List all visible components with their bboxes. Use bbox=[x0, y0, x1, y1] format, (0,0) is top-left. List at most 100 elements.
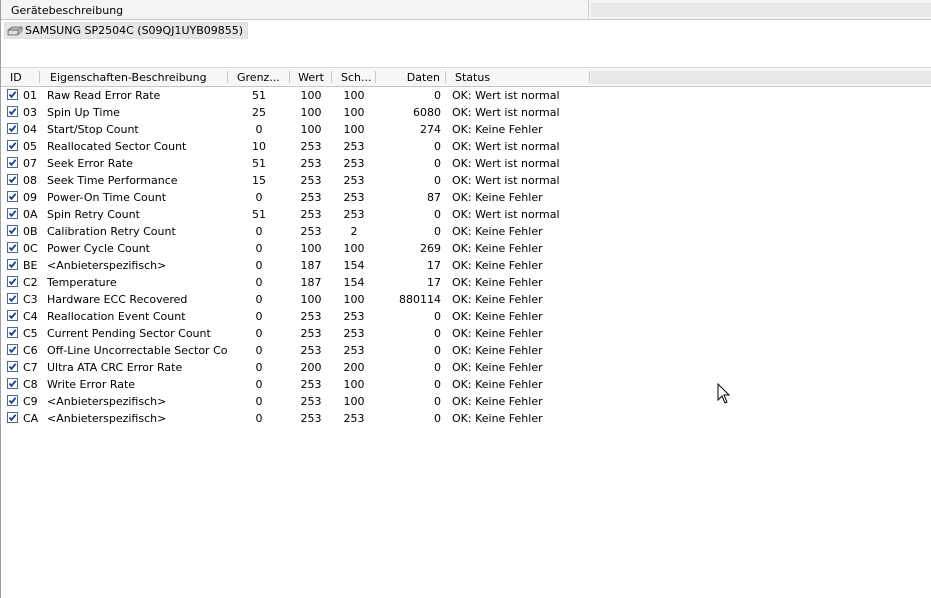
table-row[interactable]: 05 Reallocated Sector Count 10 253 253 0 OK: W… bbox=[1, 138, 931, 155]
cell-value: 100 bbox=[300, 106, 322, 119]
table-row[interactable]: C5 Current Pending Sector Count 0 253 253 0 OK… bbox=[1, 325, 931, 342]
row-checkbox[interactable] bbox=[7, 412, 18, 423]
row-checkbox[interactable] bbox=[7, 327, 18, 338]
column-header-id[interactable]: ID bbox=[1, 68, 40, 86]
table-row[interactable]: C2 Temperature 0 187 154 17 OK: Keine Fehler bbox=[1, 274, 931, 291]
cell-value: 253 bbox=[300, 412, 322, 425]
cell-value: 187 bbox=[300, 276, 322, 289]
column-header-worst[interactable]: Sch... bbox=[332, 68, 376, 86]
cell-status: OK: Wert ist normal bbox=[452, 106, 560, 119]
row-checkbox[interactable] bbox=[7, 123, 18, 134]
cell-data: 0 bbox=[434, 310, 441, 323]
cell-threshold: 25 bbox=[252, 106, 266, 119]
checkmark-icon bbox=[8, 244, 17, 252]
checkmark-icon bbox=[8, 397, 17, 405]
checkmark-icon bbox=[8, 261, 17, 269]
cell-status: OK: Wert ist normal bbox=[452, 174, 560, 187]
cell-data: 0 bbox=[434, 412, 441, 425]
device-item[interactable]: SAMSUNG SP2504C (S09QJ1UYB09855) bbox=[4, 22, 249, 39]
cell-worst: 253 bbox=[343, 327, 365, 340]
cell-worst: 100 bbox=[343, 395, 365, 408]
cell-id: 07 bbox=[23, 157, 37, 170]
cell-data: 17 bbox=[427, 259, 441, 272]
smart-table-header: ID Eigenschaften-Beschreibung Grenz... W… bbox=[1, 67, 931, 87]
table-row[interactable]: 09 Power-On Time Count 0 253 253 87 OK: Keine … bbox=[1, 189, 931, 206]
cell-data: 0 bbox=[434, 327, 441, 340]
cell-worst: 253 bbox=[343, 157, 365, 170]
row-checkbox[interactable] bbox=[7, 225, 18, 236]
table-row[interactable]: C9 <Anbieterspezifisch> 0 253 100 0 OK: Keine … bbox=[1, 393, 931, 410]
smart-attribute-list[interactable]: 01 Raw Read Error Rate 51 100 100 0 OK: Wert i… bbox=[1, 87, 931, 427]
table-row[interactable]: 08 Seek Time Performance 15 253 253 0 OK: Wert… bbox=[1, 172, 931, 189]
row-checkbox[interactable] bbox=[7, 378, 18, 389]
device-list[interactable]: SAMSUNG SP2504C (S09QJ1UYB09855) bbox=[1, 20, 931, 64]
cell-description: Temperature bbox=[47, 276, 117, 289]
cell-worst: 253 bbox=[343, 140, 365, 153]
cell-value: 187 bbox=[300, 259, 322, 272]
row-checkbox[interactable] bbox=[7, 191, 18, 202]
device-list-header: Gerätebeschreibung bbox=[1, 0, 931, 20]
checkmark-icon bbox=[8, 193, 17, 201]
table-row[interactable]: 03 Spin Up Time 25 100 100 6080 OK: Wert ist n… bbox=[1, 104, 931, 121]
cell-status: OK: Keine Fehler bbox=[452, 242, 543, 255]
row-checkbox[interactable] bbox=[7, 293, 18, 304]
table-row[interactable]: C7 Ultra ATA CRC Error Rate 0 200 200 0 OK: Ke… bbox=[1, 359, 931, 376]
row-checkbox[interactable] bbox=[7, 276, 18, 287]
checkmark-icon bbox=[8, 295, 17, 303]
row-checkbox[interactable] bbox=[7, 89, 18, 100]
row-checkbox[interactable] bbox=[7, 361, 18, 372]
cell-data: 0 bbox=[434, 378, 441, 391]
table-row[interactable]: C3 Hardware ECC Recovered 0 100 100 880114 OK:… bbox=[1, 291, 931, 308]
table-row[interactable]: 07 Seek Error Rate 51 253 253 0 OK: Wert ist n… bbox=[1, 155, 931, 172]
cell-description: <Anbieterspezifisch> bbox=[47, 412, 167, 425]
column-header-device-description[interactable]: Gerätebeschreibung bbox=[1, 0, 589, 19]
column-header-description[interactable]: Eigenschaften-Beschreibung bbox=[40, 68, 228, 86]
row-checkbox[interactable] bbox=[7, 157, 18, 168]
row-checkbox[interactable] bbox=[7, 174, 18, 185]
row-checkbox[interactable] bbox=[7, 310, 18, 321]
checkmark-icon bbox=[8, 312, 17, 320]
row-checkbox[interactable] bbox=[7, 208, 18, 219]
cell-worst: 100 bbox=[343, 106, 365, 119]
cell-threshold: 0 bbox=[255, 361, 263, 374]
row-checkbox[interactable] bbox=[7, 395, 18, 406]
checkmark-icon bbox=[8, 380, 17, 388]
row-checkbox[interactable] bbox=[7, 259, 18, 270]
row-checkbox[interactable] bbox=[7, 106, 18, 117]
table-row[interactable]: 01 Raw Read Error Rate 51 100 100 0 OK: Wert i… bbox=[1, 87, 931, 104]
cell-id: 0A bbox=[23, 208, 38, 221]
table-row[interactable]: C8 Write Error Rate 0 253 100 0 OK: Keine Fehl… bbox=[1, 376, 931, 393]
column-header-value[interactable]: Wert bbox=[290, 68, 332, 86]
table-row[interactable]: BE <Anbieterspezifisch> 0 187 154 17 OK: Keine… bbox=[1, 257, 931, 274]
row-checkbox[interactable] bbox=[7, 140, 18, 151]
table-row[interactable]: C6 Off-Line Uncorrectable Sector Count 0 25… bbox=[1, 342, 931, 359]
cell-value: 200 bbox=[300, 361, 322, 374]
cell-threshold: 0 bbox=[255, 327, 263, 340]
column-header-data[interactable]: Daten bbox=[376, 68, 446, 86]
column-header-threshold[interactable]: Grenz... bbox=[228, 68, 290, 86]
cell-data: 0 bbox=[434, 89, 441, 102]
cell-description: Ultra ATA CRC Error Rate bbox=[47, 361, 183, 374]
cell-status: OK: Wert ist normal bbox=[452, 157, 560, 170]
cell-data: 0 bbox=[434, 140, 441, 153]
table-row[interactable]: CA <Anbieterspezifisch> 0 253 253 0 OK: Keine … bbox=[1, 410, 931, 427]
table-row[interactable]: 0A Spin Retry Count 51 253 253 0 OK: Wert ist … bbox=[1, 206, 931, 223]
cell-data: 0 bbox=[434, 174, 441, 187]
row-checkbox[interactable] bbox=[7, 344, 18, 355]
table-row[interactable]: 0B Calibration Retry Count 0 253 2 0 OK: Keine… bbox=[1, 223, 931, 240]
cell-data: 6080 bbox=[413, 106, 441, 119]
table-row[interactable]: C4 Reallocation Event Count 0 253 253 0 OK: Ke… bbox=[1, 308, 931, 325]
table-row[interactable]: 04 Start/Stop Count 0 100 100 274 OK: Keine Fe… bbox=[1, 121, 931, 138]
column-header-status[interactable]: Status bbox=[446, 68, 590, 86]
cell-threshold: 0 bbox=[255, 293, 263, 306]
cell-worst: 200 bbox=[343, 361, 365, 374]
row-checkbox[interactable] bbox=[7, 242, 18, 253]
cell-value: 253 bbox=[300, 225, 322, 238]
cell-description: <Anbieterspezifisch> bbox=[47, 395, 167, 408]
cell-description: Reallocation Event Count bbox=[47, 310, 186, 323]
cell-status: OK: Keine Fehler bbox=[452, 412, 543, 425]
cell-description: Hardware ECC Recovered bbox=[47, 293, 188, 306]
cell-value: 100 bbox=[300, 123, 322, 136]
device-item-label: SAMSUNG SP2504C (S09QJ1UYB09855) bbox=[25, 24, 244, 37]
table-row[interactable]: 0C Power Cycle Count 0 100 100 269 OK: Keine F… bbox=[1, 240, 931, 257]
